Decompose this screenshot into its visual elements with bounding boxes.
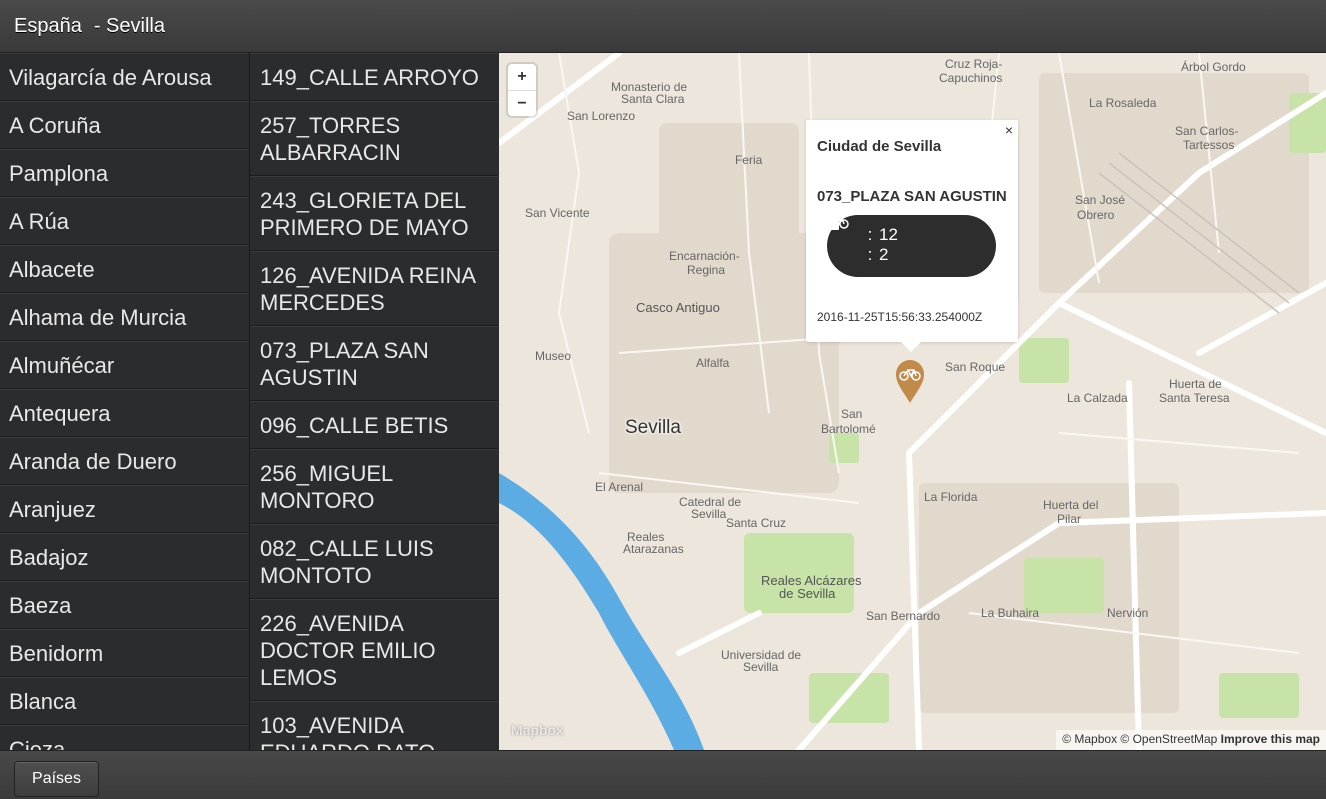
svg-text:Sevilla: Sevilla xyxy=(743,660,779,674)
zoom-in-button[interactable]: + xyxy=(508,64,536,90)
popup-timestamp: 2016-11-25T15:56:33.254000Z xyxy=(817,310,983,324)
zoom-controls: + − xyxy=(508,64,536,116)
svg-text:Encarnación-: Encarnación- xyxy=(669,249,740,263)
svg-text:El Arenal: El Arenal xyxy=(595,480,643,494)
station-item[interactable]: 256_MIGUEL MONTORO xyxy=(250,449,498,524)
svg-text:Nervión: Nervión xyxy=(1107,606,1148,620)
map-view[interactable]: Monasterio de Santa Clara San Lorenzo Fe… xyxy=(499,53,1326,750)
bikes-count: 2 xyxy=(879,245,889,264)
svg-text:Sevilla: Sevilla xyxy=(691,507,727,521)
list-item[interactable]: Cieza xyxy=(0,725,248,750)
city-title: - Sevilla xyxy=(93,14,165,37)
station-item[interactable]: 126_AVENIDA REINA MERCEDES xyxy=(250,251,498,326)
list-item[interactable]: Antequera xyxy=(0,389,248,437)
free-slots-count: 12 xyxy=(879,225,898,244)
svg-text:Árbol Gordo: Árbol Gordo xyxy=(1181,59,1246,74)
svg-text:de Sevilla: de Sevilla xyxy=(779,586,836,601)
popup-close-button[interactable]: × xyxy=(1005,122,1013,138)
map-attribution: © Mapbox © OpenStreetMap Improve this ma… xyxy=(1056,730,1326,750)
svg-text:Feria: Feria xyxy=(735,153,763,167)
svg-text:San Bernardo: San Bernardo xyxy=(866,609,940,623)
station-item[interactable]: 149_CALLE ARROYO xyxy=(250,53,498,101)
station-item[interactable]: 096_CALLE BETIS xyxy=(250,401,498,449)
svg-text:San Roque: San Roque xyxy=(945,360,1005,374)
mapbox-logo[interactable]: Mapbox xyxy=(511,722,564,738)
list-item[interactable]: Benidorm xyxy=(0,629,248,677)
map-city-label: Sevilla xyxy=(625,417,681,438)
list-item[interactable]: Almuñécar xyxy=(0,341,248,389)
zoom-out-button[interactable]: − xyxy=(508,90,536,116)
svg-text:Casco Antiguo: Casco Antiguo xyxy=(636,300,720,315)
station-item[interactable]: 103_AVENIDA EDUARDO DATO xyxy=(250,701,498,750)
list-item[interactable]: A Coruña xyxy=(0,101,248,149)
svg-text:Obrero: Obrero xyxy=(1077,208,1115,222)
svg-text:La Florida: La Florida xyxy=(924,490,978,504)
svg-text:San Vicente: San Vicente xyxy=(525,206,590,220)
station-item[interactable]: 082_CALLE LUIS MONTOTO xyxy=(250,524,498,599)
country-title: España xyxy=(14,14,82,37)
svg-text:Huerta del: Huerta del xyxy=(1043,498,1098,512)
list-item[interactable]: Aranda de Duero xyxy=(0,437,248,485)
svg-text:Museo: Museo xyxy=(535,349,571,363)
popup-station-name: 073_PLAZA SAN AGUSTIN xyxy=(817,188,1007,205)
list-item[interactable]: Pamplona xyxy=(0,149,248,197)
availability-pill: : 12 : 2 xyxy=(827,215,996,277)
svg-text:La Buhaira: La Buhaira xyxy=(981,606,1039,620)
list-item[interactable]: A Rúa xyxy=(0,197,248,245)
svg-text:San: San xyxy=(841,407,862,421)
svg-text:San José: San José xyxy=(1075,193,1125,207)
svg-text:Capuchinos: Capuchinos xyxy=(939,71,1002,85)
svg-text:Atarazanas: Atarazanas xyxy=(623,542,684,556)
svg-text:Cruz Roja-: Cruz Roja- xyxy=(945,57,1002,71)
station-item[interactable]: 226_AVENIDA DOCTOR EMILIO LEMOS xyxy=(250,599,498,701)
station-item[interactable]: 257_TORRES ALBARRACIN xyxy=(250,101,498,176)
bike-station-marker[interactable] xyxy=(895,359,925,405)
app-footer: Países xyxy=(0,750,1326,799)
svg-text:Santa Clara: Santa Clara xyxy=(621,92,685,106)
svg-text:Alfalfa: Alfalfa xyxy=(696,356,730,370)
app-header: España - Sevilla xyxy=(0,0,1326,53)
svg-text:Pilar: Pilar xyxy=(1057,512,1081,526)
list-item[interactable]: Vilagarcía de Arousa xyxy=(0,53,248,101)
attribution-text[interactable]: © Mapbox © OpenStreetMap xyxy=(1062,732,1217,746)
country-city-list[interactable]: Vilagarcía de Arousa A Coruña Pamplona A… xyxy=(0,53,248,750)
station-item[interactable]: 073_PLAZA SAN AGUSTIN xyxy=(250,326,498,401)
list-item[interactable]: Baeza xyxy=(0,581,248,629)
station-popup: × Ciudad de Sevilla 073_PLAZA SAN AGUSTI… xyxy=(806,120,1018,352)
svg-text:La Calzada: La Calzada xyxy=(1067,391,1128,405)
station-item[interactable]: 243_GLORIETA DEL PRIMERO DE MAYO xyxy=(250,176,498,251)
svg-text:Tartessos: Tartessos xyxy=(1183,138,1234,152)
svg-text:Santa Teresa: Santa Teresa xyxy=(1159,391,1230,405)
improve-map-link[interactable]: Improve this map xyxy=(1221,732,1320,746)
list-item[interactable]: Blanca xyxy=(0,677,248,725)
list-item[interactable]: Albacete xyxy=(0,245,248,293)
list-item[interactable]: Aranjuez xyxy=(0,485,248,533)
svg-text:Santa Cruz: Santa Cruz xyxy=(726,516,786,530)
svg-text:La Rosaleda: La Rosaleda xyxy=(1089,96,1157,110)
svg-text:Bartolomé: Bartolomé xyxy=(821,422,876,436)
list-item[interactable]: Badajoz xyxy=(0,533,248,581)
list-item[interactable]: Alhama de Murcia xyxy=(0,293,248,341)
popup-city: Ciudad de Sevilla xyxy=(817,138,942,155)
svg-text:Regina: Regina xyxy=(687,263,725,277)
station-list[interactable]: 149_CALLE ARROYO 257_TORRES ALBARRACIN 2… xyxy=(249,53,498,750)
countries-button[interactable]: Países xyxy=(14,761,99,797)
svg-text:Huerta de: Huerta de xyxy=(1169,377,1222,391)
svg-text:San Carlos-: San Carlos- xyxy=(1175,124,1238,138)
svg-text:San Lorenzo: San Lorenzo xyxy=(567,109,635,123)
